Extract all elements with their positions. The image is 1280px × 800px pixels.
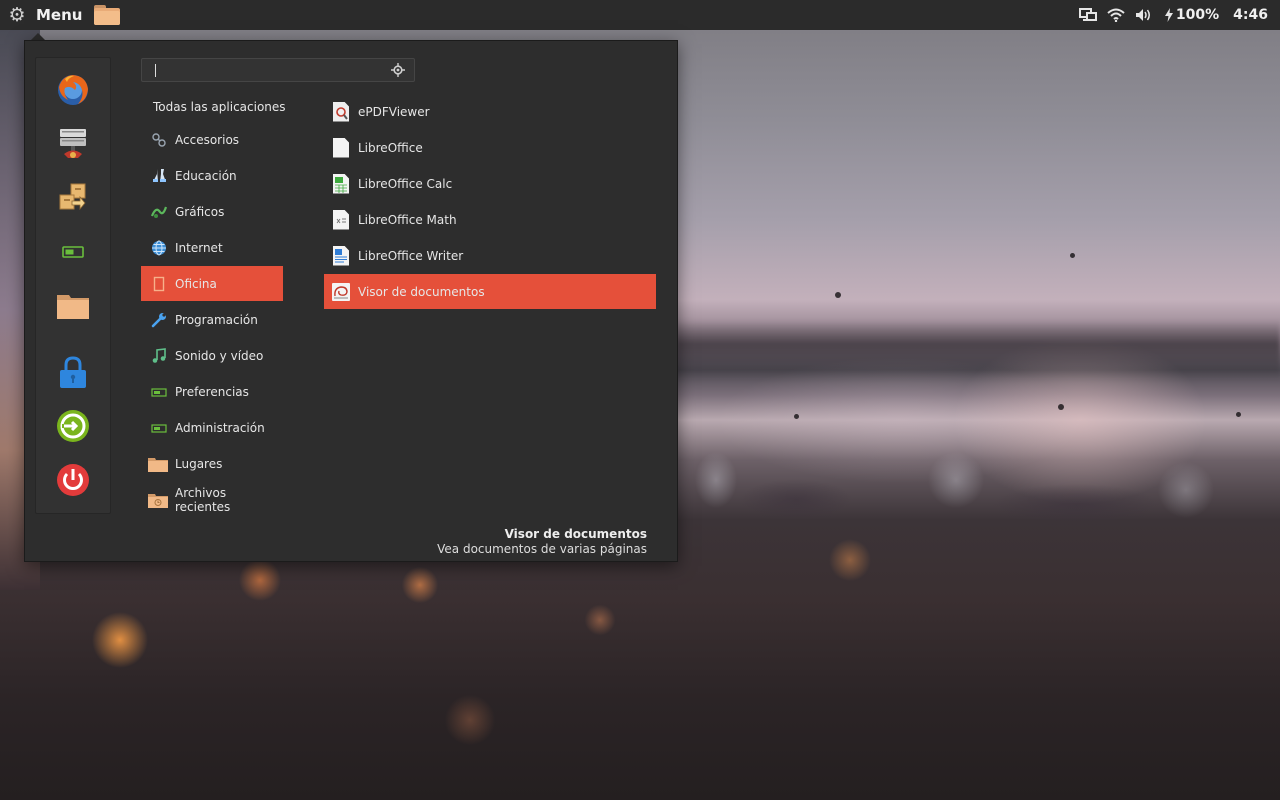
category-label: Gráficos [175,204,225,219]
selected-app-title: Visor de documentos [504,527,647,541]
water-drop [1236,412,1241,417]
menu-button[interactable]: ⚙ Menu [0,0,82,30]
package-icon [59,183,86,211]
top-panel: ⚙ Menu 100% 4:46 [0,0,1280,30]
category-label: Oficina [175,276,217,291]
volume-icon[interactable] [1135,8,1153,22]
favorite-logout[interactable] [56,409,90,443]
calc-icon [332,173,350,194]
libreoffice-icon [332,137,350,158]
category-label: Lugares [175,456,223,471]
app-label: LibreOffice [358,140,423,155]
app-label: Visor de documentos [358,284,485,299]
education-icon [151,168,167,184]
category-label: Internet [175,240,223,255]
math-icon [332,209,350,230]
logout-icon [57,410,89,442]
wallpaper-water-splash [676,440,1280,530]
lock-screen-icon [60,356,86,388]
water-drop [794,414,799,419]
water-drop [1058,404,1064,410]
search-input[interactable] [141,58,415,82]
search-clear-icon[interactable] [391,63,405,77]
category-label: Programación [175,312,258,327]
all-applications-header[interactable]: Todas las aplicaciones [153,100,286,114]
folder-icon [148,456,168,472]
app-libreoffice-math[interactable]: LibreOffice Math [324,202,656,237]
water-drop [1070,253,1075,258]
favorites-sidebar [35,57,111,514]
category-label: Preferencias [175,384,249,399]
category-lugares[interactable]: Lugares [141,446,283,481]
category-label: Archivos recientes [175,485,231,514]
clock[interactable]: 4:46 [1233,7,1268,23]
category-preferencias[interactable]: Preferencias [141,374,283,409]
folder-icon [94,5,121,25]
category-label: Administración [175,420,265,435]
folder-launcher[interactable] [94,5,121,25]
app-libreoffice[interactable]: LibreOffice [324,130,656,165]
category-oficina[interactable]: Oficina [141,266,283,301]
shutdown-icon [57,464,89,496]
app-libreoffice-writer[interactable]: LibreOffice Writer [324,238,656,273]
menu-popup-arrow [31,33,45,40]
category-internet[interactable]: Internet [141,230,283,265]
firefox-icon [58,75,88,105]
search-text-cursor [155,64,156,77]
favorite-firefox[interactable] [56,73,90,107]
globe-icon [151,240,167,256]
writer-icon [332,245,350,266]
preferences-icon [151,384,167,400]
battery-percentage[interactable]: 100% [1176,7,1219,23]
preferences-icon [62,246,84,258]
pdf-viewer-icon [332,101,350,122]
category-accesorios[interactable]: Accesorios [141,122,283,157]
favorite-package[interactable] [56,181,90,215]
home-folder-icon [57,295,89,319]
favorite-shutdown[interactable] [56,463,90,497]
system-tray: 100% 4:46 [1069,0,1280,30]
category-graficos[interactable]: Gráficos [141,194,283,229]
category-archivos-recientes[interactable]: Archivos recientes [141,482,283,517]
selected-app-description: Vea documentos de varias páginas [437,542,647,556]
category-educacion[interactable]: Educación [141,158,283,193]
administration-icon [151,420,167,436]
favorite-preferences[interactable] [56,235,90,269]
app-label: LibreOffice Writer [358,248,464,263]
network-server-icon [60,129,86,158]
category-label: Accesorios [175,132,240,147]
graphics-icon [151,204,167,220]
app-label: ePDFViewer [358,104,430,119]
recent-folder-icon [148,492,168,508]
category-label: Sonido y vídeo [175,348,264,363]
water-drop [835,292,841,298]
favorite-network-server[interactable] [56,127,90,161]
document-viewer-icon [332,282,350,302]
app-label: LibreOffice Math [358,212,457,227]
category-administracion[interactable]: Administración [141,410,283,445]
music-note-icon [151,347,167,364]
application-menu: Todas las aplicaciones Accesorios Educac… [24,40,678,562]
wifi-icon[interactable] [1107,8,1125,22]
app-label: LibreOffice Calc [358,176,453,191]
category-programacion[interactable]: Programación [141,302,283,337]
favorite-home-folder[interactable] [56,289,90,323]
favorite-lock-screen[interactable] [56,355,90,389]
menu-button-label: Menu [36,6,83,24]
office-icon [151,276,167,292]
accessories-icon [151,132,167,148]
gear-icon: ⚙ [8,4,26,26]
power-bolt-icon[interactable] [1164,8,1173,22]
category-sonido-y-video[interactable]: Sonido y vídeo [141,338,283,373]
wrench-icon [151,312,167,328]
wallpaper-horizon [676,320,1280,380]
category-label: Educación [175,168,237,183]
app-visor-de-documentos[interactable]: Visor de documentos [324,274,656,309]
app-libreoffice-calc[interactable]: LibreOffice Calc [324,166,656,201]
app-epdfviewer[interactable]: ePDFViewer [324,94,656,129]
display-icon[interactable] [1078,8,1097,22]
